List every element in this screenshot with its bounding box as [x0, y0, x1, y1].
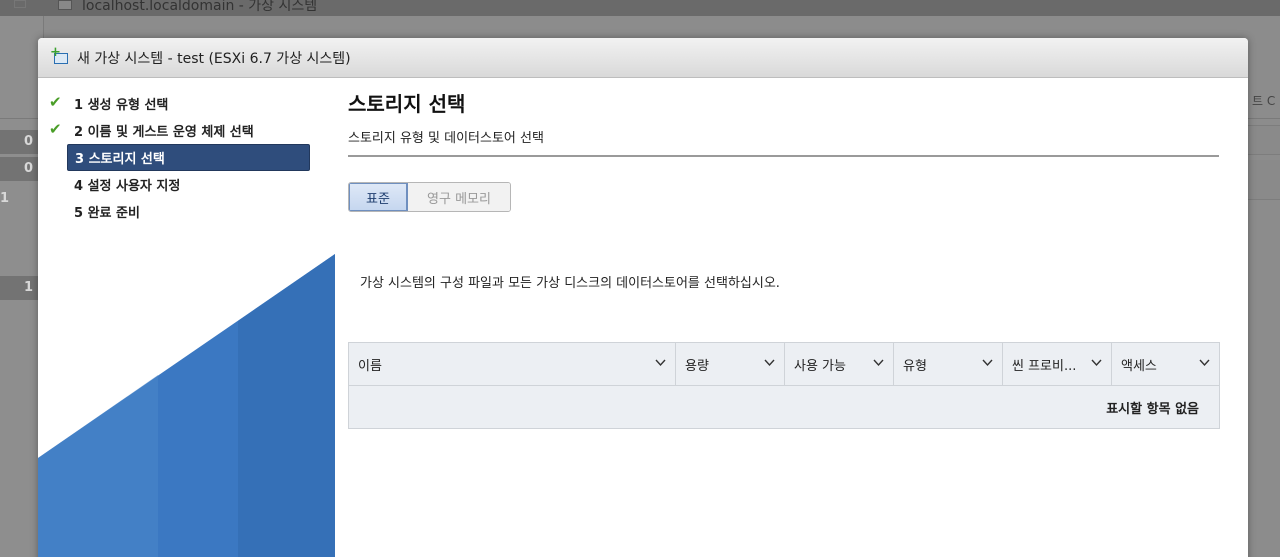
background-band [1248, 160, 1280, 200]
column-label: 유형 [903, 359, 927, 374]
wizard-step-list: ✔ 1 생성 유형 선택 ✔ 2 이름 및 게스트 운영 체제 선택 3 스토리… [38, 90, 335, 225]
column-header-available[interactable]: 사용 가능 [785, 343, 894, 386]
chevron-down-icon[interactable] [654, 356, 667, 369]
column-label: 용량 [685, 359, 709, 374]
step-label: 3 스토리지 선택 [75, 152, 165, 167]
column-header-access[interactable]: 액세스 [1112, 343, 1219, 386]
background-checkbox [14, 0, 26, 8]
new-vm-icon: + [50, 46, 71, 67]
background-row-number: 0 [24, 134, 34, 149]
background-band [1248, 125, 1280, 155]
storage-type-toggle: 표준 영구 메모리 [348, 182, 511, 212]
column-label: 씬 프로비... [1012, 359, 1077, 374]
step-label: 1 생성 유형 선택 [74, 98, 169, 113]
background-window-title: localhost.localdomain - 가상 시스템 [82, 0, 318, 14]
chevron-down-icon[interactable] [763, 356, 776, 369]
instruction-text: 가상 시스템의 구성 파일과 모든 가상 디스크의 데이터스토어를 선택하십시오… [360, 276, 780, 291]
wizard-content: 스토리지 선택 스토리지 유형 및 데이터스토어 선택 표준 영구 메모리 가상… [335, 78, 1248, 557]
column-header-type[interactable]: 유형 [894, 343, 1003, 386]
wizard-step-5[interactable]: 5 완료 준비 [38, 198, 335, 225]
dialog-header: + 새 가상 시스템 - test (ESXi 6.7 가상 시스템) [38, 38, 1248, 78]
divider [348, 155, 1219, 157]
page-subtitle: 스토리지 유형 및 데이터스토어 선택 [348, 131, 544, 146]
checkmark-icon: ✔ [49, 93, 62, 111]
wizard-step-1[interactable]: ✔ 1 생성 유형 선택 [38, 90, 335, 117]
chevron-down-icon[interactable] [1090, 356, 1103, 369]
checkmark-icon: ✔ [49, 120, 62, 138]
column-header-thin-provisioning[interactable]: 씬 프로비... [1003, 343, 1112, 386]
dialog-title: 새 가상 시스템 - test (ESXi 6.7 가상 시스템) [77, 50, 351, 67]
new-vm-wizard-dialog: + 새 가상 시스템 - test (ESXi 6.7 가상 시스템) ✔ 1 … [38, 38, 1248, 557]
table-empty-message: 표시할 항목 없음 [349, 386, 1219, 428]
column-header-name[interactable]: 이름 [349, 343, 676, 386]
background-titlebar: localhost.localdomain - 가상 시스템 [0, 0, 1280, 16]
vm-icon [58, 0, 72, 10]
background-right-text: 트 C [1252, 94, 1276, 108]
step-label: 5 완료 준비 [74, 206, 140, 221]
tab-standard[interactable]: 표준 [349, 183, 408, 211]
table-header: 이름 용량 사용 가능 유형 씬 프로비... 액세스 [349, 343, 1219, 386]
background-row-number: 1 [24, 280, 34, 295]
background-row-number: 0 [24, 161, 34, 176]
column-label: 액세스 [1121, 359, 1157, 374]
wizard-steps-sidebar: ✔ 1 생성 유형 선택 ✔ 2 이름 및 게스트 운영 체제 선택 3 스토리… [38, 78, 335, 557]
background-row-number: 1 [0, 191, 10, 206]
tab-persistent-memory[interactable]: 영구 메모리 [408, 183, 510, 211]
datastore-table: 이름 용량 사용 가능 유형 씬 프로비... 액세스 표시할 항목 없음 [348, 342, 1220, 429]
step-label: 2 이름 및 게스트 운영 체제 선택 [74, 125, 254, 140]
step-label: 4 설정 사용자 지정 [74, 179, 181, 194]
page-title: 스토리지 선택 [348, 92, 466, 116]
wizard-step-3[interactable]: 3 스토리지 선택 [67, 144, 310, 171]
chevron-down-icon[interactable] [1198, 356, 1211, 369]
column-header-capacity[interactable]: 용량 [676, 343, 785, 386]
column-label: 사용 가능 [794, 359, 846, 374]
chevron-down-icon[interactable] [981, 356, 994, 369]
chevron-down-icon[interactable] [872, 356, 885, 369]
column-label: 이름 [358, 359, 382, 374]
wizard-step-2[interactable]: ✔ 2 이름 및 게스트 운영 체제 선택 [38, 117, 335, 144]
wizard-step-4[interactable]: 4 설정 사용자 지정 [38, 171, 335, 198]
